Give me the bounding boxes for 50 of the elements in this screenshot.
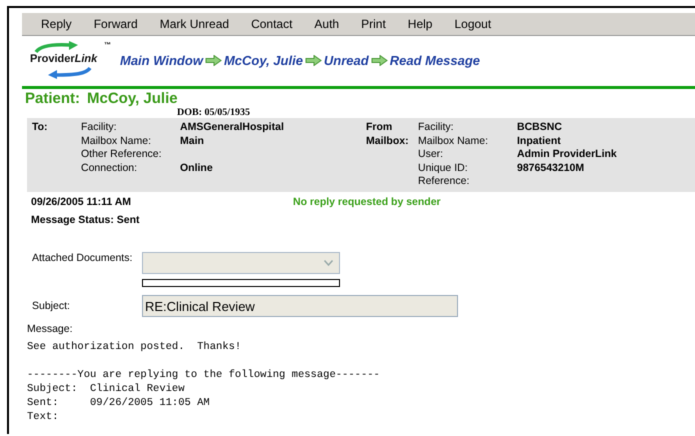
arrow-right-icon	[304, 54, 322, 66]
breadcrumb-link[interactable]: Read Message	[390, 52, 480, 68]
reply-note: No reply requested by sender	[293, 196, 441, 208]
to-heading: To:	[32, 121, 48, 133]
menu-item[interactable]: Print	[350, 17, 397, 31]
sent-time: 09/26/2005 11:11 AM	[31, 196, 132, 208]
breadcrumb-link[interactable]: Main Window	[120, 52, 203, 68]
subject-label: Subject:	[32, 300, 71, 312]
menu-item[interactable]: Reply	[30, 17, 83, 31]
field-label: Facility:	[418, 121, 454, 133]
field-label: User:	[418, 148, 444, 160]
field-label: Connection:	[81, 162, 138, 174]
date-of-birth: DOB: 05/05/1935	[177, 107, 252, 118]
arrow-right-icon	[204, 54, 222, 66]
arrow-right-icon	[370, 54, 388, 66]
field-label: Other Reference:	[81, 148, 162, 160]
breadcrumb-link[interactable]: Unread	[324, 52, 369, 68]
menu-item[interactable]: Auth	[303, 17, 350, 31]
field-value: AMSGeneralHospital	[180, 121, 284, 133]
patient-label: Patient:	[25, 90, 80, 107]
menu-item[interactable]: Logout	[443, 17, 502, 31]
field-value: Online	[180, 162, 213, 174]
message-status: Message Status: Sent	[31, 214, 141, 226]
field-label: Mailbox Name:	[418, 134, 488, 146]
menu-item[interactable]: Forward	[82, 17, 149, 31]
caret-icon	[324, 260, 333, 266]
field-label: Mailbox Name:	[81, 134, 152, 146]
menu-item[interactable]: Contact	[240, 17, 304, 31]
field-label: Unique ID:	[418, 162, 468, 174]
from-heading: From Mailbox:	[366, 121, 410, 148]
menu-item[interactable]: Mark Unread	[148, 17, 240, 31]
menu-item[interactable]: Help	[396, 17, 444, 31]
field-label: Facility:	[81, 121, 117, 133]
field-value: BCBSNC	[517, 121, 562, 133]
message-line: Text:	[27, 410, 59, 422]
field-value: Main	[180, 134, 204, 146]
message-line: Subject: Clinical Review	[27, 382, 185, 394]
breadcrumb-link[interactable]: McCoy, Julie	[224, 52, 303, 68]
field-label: Reference:	[418, 175, 470, 187]
patient-name: McCoy, Julie	[87, 90, 178, 107]
message-line: --------You are replying to the following message-------	[27, 368, 380, 380]
logo-text: ProviderLink	[30, 54, 98, 65]
message-line: Sent: 09/26/2005 11:05 AM	[27, 396, 210, 408]
message-line: See authorization posted. Thanks!	[27, 340, 242, 352]
field-value: Admin ProviderLink	[517, 148, 617, 160]
attached-documents-label: Attached Documents:	[32, 252, 134, 266]
field-value: Inpatient	[517, 134, 561, 146]
subject-field[interactable]: RE:Clinical Review	[142, 294, 458, 316]
field-value: 9876543210M	[517, 162, 584, 174]
message-label: Message:	[27, 322, 74, 334]
